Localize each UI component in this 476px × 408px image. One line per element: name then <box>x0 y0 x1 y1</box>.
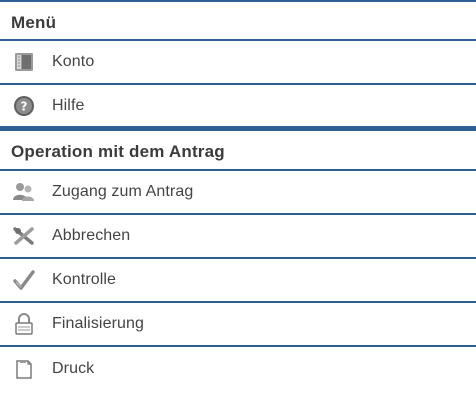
menu-section-title: Menü <box>0 2 476 41</box>
account-icon <box>12 50 36 74</box>
operation-section: Operation mit dem Antrag Zugang zum Antr… <box>0 131 476 391</box>
operation-item-abbrechen[interactable]: Abbrechen <box>0 215 476 259</box>
operation-item-label: Finalisierung <box>52 315 145 332</box>
menu-item-konto[interactable]: Konto <box>0 41 476 85</box>
operation-item-label: Abbrechen <box>52 227 131 244</box>
sidebar-panel: Menü Konto ? Hilfe Operation mit dem Ant… <box>0 0 476 408</box>
svg-text:?: ? <box>21 99 28 113</box>
operation-item-zugang[interactable]: Zugang zum Antrag <box>0 171 476 215</box>
operation-section-title: Operation mit dem Antrag <box>0 131 476 171</box>
operation-item-kontrolle[interactable]: Kontrolle <box>0 259 476 303</box>
operation-item-label: Zugang zum Antrag <box>52 183 194 200</box>
print-document-icon <box>12 357 36 381</box>
menu-section: Menü Konto ? Hilfe <box>0 2 476 128</box>
checkmark-icon <box>12 268 36 292</box>
help-icon: ? <box>12 94 36 118</box>
operation-item-label: Druck <box>52 360 95 377</box>
access-users-icon <box>12 180 36 204</box>
menu-item-hilfe[interactable]: ? Hilfe <box>0 85 476 128</box>
cancel-icon <box>12 224 36 248</box>
menu-item-label: Hilfe <box>52 96 85 114</box>
menu-item-label: Konto <box>52 53 95 70</box>
operation-item-druck[interactable]: Druck <box>0 347 476 391</box>
operation-item-finalisierung[interactable]: Finalisierung <box>0 303 476 347</box>
lock-icon <box>12 312 36 336</box>
operation-item-label: Kontrolle <box>52 271 117 288</box>
